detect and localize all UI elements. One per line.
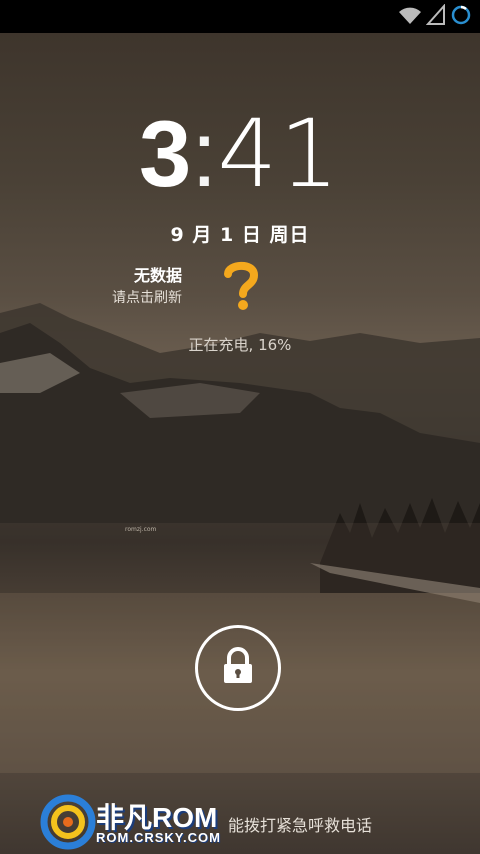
charging-status: 正在充电, 16% — [188, 336, 292, 354]
lockscreen-date: 9 月 1 日 周日 — [170, 224, 310, 246]
weather-title[interactable]: 无数据 — [134, 262, 182, 286]
signal-icon — [425, 3, 446, 30]
weather-refresh-hint[interactable]: 请点击刷新 — [112, 287, 182, 307]
lockscreen-clock: 3:41 — [0, 100, 480, 209]
watermark-small: romzj.com — [125, 526, 157, 533]
battery-charging-icon — [450, 4, 472, 30]
emergency-call-label[interactable]: 能拨打紧急呼救电话 — [228, 812, 372, 836]
unlock-handle[interactable] — [195, 625, 281, 711]
brand-watermark: 非凡ROM ROM.CRSKY.COM — [40, 790, 230, 850]
wifi-icon — [398, 4, 422, 30]
lock-icon — [221, 647, 255, 689]
clock-minutes: 41 — [217, 100, 342, 209]
status-bar — [0, 0, 480, 33]
brand-url: ROM.CRSKY.COM — [96, 830, 221, 845]
brand-logo-icon — [40, 794, 96, 850]
question-mark-icon[interactable] — [223, 260, 259, 312]
status-icons — [398, 3, 472, 30]
clock-hours: 3 — [138, 101, 192, 206]
clock-colon: : — [191, 101, 218, 206]
